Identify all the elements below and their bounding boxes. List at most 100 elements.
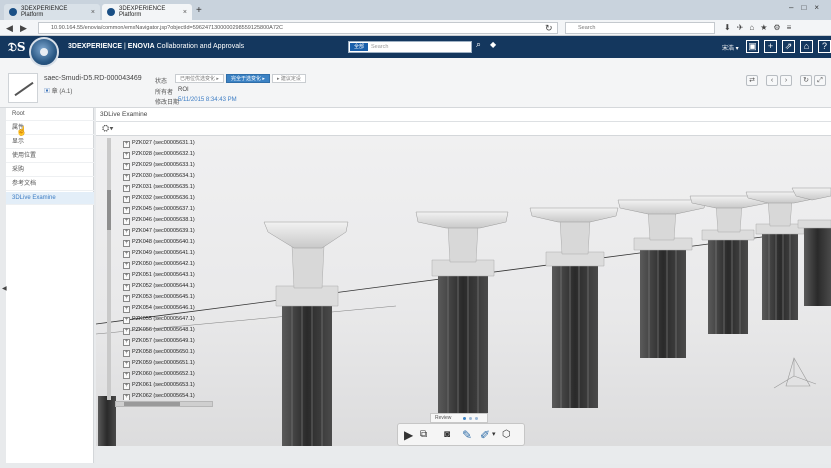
tree-node[interactable]: + PZK032 (sec00005636.1) [108,193,218,204]
sidebar-item-purchasing[interactable]: 采购 [6,164,94,177]
expand-icon[interactable]: + [123,284,130,291]
lifecycle-icon[interactable]: ⇄ [746,75,758,86]
tree-node[interactable]: + PZK062 (sec00005654.1) [108,391,218,400]
user-menu[interactable]: 宋浩 ▾ [722,43,739,52]
state-step-button[interactable]: ▸ 建议定设 [272,74,306,83]
expand-icon[interactable]: + [123,328,130,335]
search-scope-dropdown[interactable]: 全部 [350,43,368,51]
expand-icon[interactable]: + [123,185,130,192]
tree-node[interactable]: + PZK046 (sec00005638.1) [108,215,218,226]
expand-icon[interactable]: + [123,361,130,368]
close-tab-icon[interactable]: × [183,9,187,16]
expand-icon[interactable]: + [123,240,130,247]
tree-node[interactable]: + PZK060 (sec00005652.1) [108,369,218,380]
search-icon[interactable]: ⌕ [476,39,481,50]
bridge-pier[interactable] [617,199,707,358]
tree-node[interactable]: + PZK030 (sec00005634.1) [108,171,218,182]
tree-node[interactable]: + PZK028 (sec00005632.1) [108,149,218,160]
ds-logo-icon[interactable]: 𝔇S [8,40,26,55]
compass-icon[interactable] [29,37,59,67]
expand-icon[interactable]: + [123,372,130,379]
prev-icon[interactable]: ‹ [766,75,778,86]
tree-node[interactable]: + PZK055 (sec00005647.1) [108,314,218,325]
tree-node[interactable]: + PZK051 (sec00005643.1) [108,270,218,281]
tree-node[interactable]: + PZK053 (sec00005645.1) [108,292,218,303]
tree-node[interactable]: + PZK048 (sec00005640.1) [108,237,218,248]
tree-node[interactable]: + PZK050 (sec00005642.1) [108,259,218,270]
bridge-pier[interactable] [263,221,349,446]
expand-icon[interactable]: + [123,141,130,148]
camera-icon[interactable]: ◙ [444,428,450,442]
expand-icon[interactable]: + [123,218,130,225]
tree-node[interactable]: + PZK047 (sec00005639.1) [108,226,218,237]
expand-icon[interactable]: + [123,174,130,181]
expand-icon[interactable]: + [123,152,130,159]
capture-3d-icon[interactable]: ⧉ [420,428,427,442]
browser-tab[interactable]: 3DEXPERIENCE Platform × [4,4,100,20]
expand-icon[interactable]: + [123,350,130,357]
expand-icon[interactable]: + [123,262,130,269]
axis-compass-icon[interactable] [773,357,817,389]
tree-horizontal-scrollbar-thumb[interactable] [124,402,180,406]
sidebar-item-display[interactable]: 显示 [6,136,94,149]
expand-icon[interactable]: + [123,229,130,236]
bridge-pier[interactable] [689,195,771,334]
bridge-pier[interactable] [415,211,509,424]
expand-icon[interactable]: + [123,383,130,390]
tree-node[interactable]: + PZK059 (sec00005651.1) [108,358,218,369]
profile-icon[interactable]: ▣ [746,40,759,53]
new-tab-button[interactable]: + [196,5,202,17]
back-arrow-icon[interactable]: ◀ [6,22,13,34]
tree-node[interactable]: + PZK057 (sec00005649.1) [108,336,218,347]
next-icon[interactable]: › [780,75,792,86]
review-tab[interactable]: Review [430,413,488,423]
expand-icon[interactable]: + [123,339,130,346]
reload-icon[interactable]: ↻ [545,22,553,34]
home-icon[interactable]: ⌂ [800,40,813,53]
expand-icon[interactable]: + [123,394,130,400]
browser-tab-active[interactable]: 3DEXPERIENCE Platform × [102,4,192,20]
state-step-button[interactable]: 已用位优选变化 ▸ [175,74,224,83]
tree-node[interactable]: + PZK045 (sec00005637.1) [108,204,218,215]
sidebar-item-where-used[interactable]: 使用位置 [6,150,94,163]
expand-icon[interactable]: + [123,196,130,203]
expand-icon[interactable]: + [123,207,130,214]
share-icon[interactable]: ⇗ [782,40,795,53]
tree-node[interactable]: + PZK031 (sec00005635.1) [108,182,218,193]
expand-icon[interactable]: + [123,251,130,258]
expand-icon[interactable]: + [123,295,130,302]
sidebar-root[interactable]: Root [6,108,94,121]
browser-tool-icons[interactable]: ⬇✈⌂★⚙≡ [724,22,797,34]
tree-node[interactable]: + PZK049 (sec00005641.1) [108,248,218,259]
sidebar-item-reference-docs[interactable]: 参考文档 [6,178,94,191]
tree-node[interactable]: + PZK058 (sec00005650.1) [108,347,218,358]
state-step-button-current[interactable]: 完全于选变化 ▸ [226,74,270,83]
refresh-icon[interactable]: ↻ [800,75,812,86]
expand-icon[interactable]: + [123,306,130,313]
tree-node[interactable]: + PZK027 (sec00005631.1) [108,138,218,149]
expand-icon[interactable]: + [123,317,130,324]
sidebar-item-3dlive-examine[interactable]: 3DLive Examine [6,192,94,205]
collapse-panel-icon[interactable]: ◀ [2,285,7,292]
maximize-icon[interactable]: ⤢ [814,75,826,86]
add-icon[interactable]: + [764,40,777,53]
3d-box-icon[interactable]: ⬡ [502,428,511,442]
forward-arrow-icon[interactable]: ▶ [20,22,27,34]
tree-node[interactable]: + PZK061 (sec00005653.1) [108,380,218,391]
pencil-icon[interactable]: ✎ [462,428,472,442]
window-controls[interactable]: –□× [789,3,827,12]
help-icon[interactable]: ? [818,40,831,53]
chevron-down-icon[interactable]: ▾ [492,428,496,442]
expand-icon[interactable]: + [123,163,130,170]
marker-icon[interactable]: ✐ [480,428,490,442]
browser-search-input[interactable]: Search [565,22,715,34]
expand-icon[interactable]: + [123,273,130,280]
tree-node[interactable]: + PZK029 (sec00005633.1) [108,160,218,171]
tree-node[interactable]: + PZK056 (sec00005648.1) [108,325,218,336]
tag-icon[interactable]: ◆ [490,40,496,49]
address-bar[interactable]: 10.90.164.55/enovia/common/emxNavigator.… [38,22,558,34]
tree-node[interactable]: + PZK054 (sec00005646.1) [108,303,218,314]
tree-tool-icon[interactable]: ⛭▾ [102,123,114,134]
bridge-pier[interactable] [529,207,619,408]
tree-node[interactable]: + PZK052 (sec00005644.1) [108,281,218,292]
